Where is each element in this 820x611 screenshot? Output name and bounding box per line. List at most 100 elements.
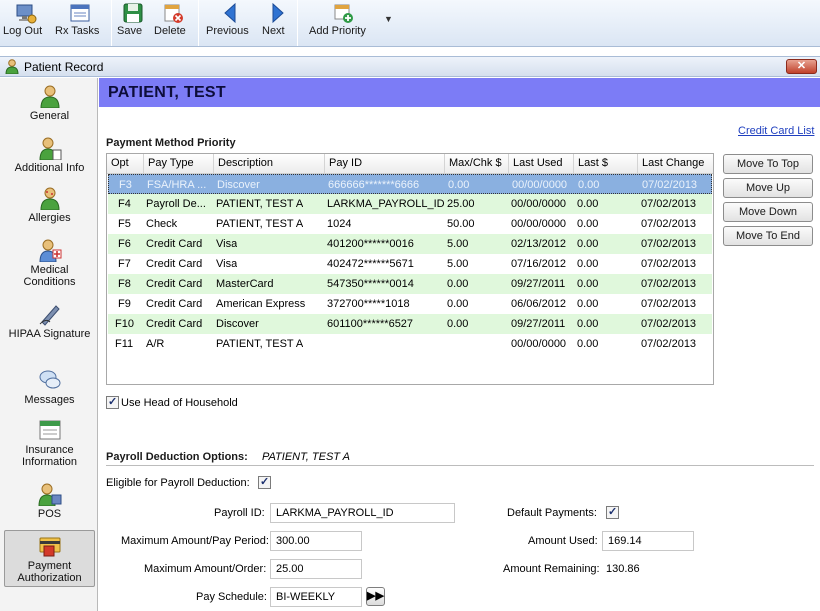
column-header[interactable]: Last Change bbox=[638, 154, 713, 173]
table-cell: 25.00 bbox=[447, 198, 475, 210]
sidebar-item-pos[interactable]: POS bbox=[4, 482, 95, 524]
table-row[interactable]: F3 FSA/HRA ... Discover 666666*******666… bbox=[108, 174, 712, 194]
pos-icon bbox=[37, 483, 61, 506]
table-cell: PATIENT, TEST A bbox=[216, 198, 304, 210]
column-header[interactable]: Pay Type bbox=[144, 154, 214, 173]
delete-button[interactable]: Delete bbox=[154, 0, 192, 46]
add-priority-button[interactable]: Add Priority bbox=[309, 0, 377, 46]
table-row[interactable]: F9 Credit Card American Express 372700**… bbox=[108, 294, 712, 314]
eligible-label: Eligible for Payroll Deduction: bbox=[106, 477, 250, 489]
table-row[interactable]: F7 Credit Card Visa 402472******5671 5.0… bbox=[108, 254, 712, 274]
payroll-id-label: Payroll ID: bbox=[214, 507, 265, 519]
table-cell: 1024 bbox=[327, 218, 352, 230]
save-label: Save bbox=[117, 25, 143, 37]
table-cell: F10 bbox=[115, 318, 134, 330]
save-icon bbox=[123, 3, 143, 23]
grid-header: Opt Pay Type Description Pay ID Max/Chk … bbox=[107, 154, 713, 174]
sidebar-item-label: Medical Conditions bbox=[23, 264, 76, 288]
close-button[interactable]: ✕ bbox=[786, 59, 817, 74]
column-header[interactable]: Last $ bbox=[574, 154, 638, 173]
table-cell: F9 bbox=[118, 298, 131, 310]
allergy-icon bbox=[39, 187, 60, 210]
table-cell: F7 bbox=[118, 258, 131, 270]
table-row[interactable]: F10 Credit Card Discover 601100******652… bbox=[108, 314, 712, 334]
table-row[interactable]: F8 Credit Card MasterCard 547350******00… bbox=[108, 274, 712, 294]
default-payments-checkbox[interactable] bbox=[606, 505, 619, 519]
move-up-button[interactable]: Move Up bbox=[723, 178, 813, 198]
table-cell: 5.00 bbox=[447, 238, 469, 250]
column-header[interactable]: Pay ID bbox=[325, 154, 445, 173]
sidebar-item-label: POS bbox=[37, 508, 62, 520]
column-header[interactable]: Max/Chk $ bbox=[445, 154, 509, 173]
payroll-id-field[interactable]: LARKMA_PAYROLL_ID bbox=[270, 503, 455, 523]
sidebar-item-label: Additional Info bbox=[14, 162, 85, 174]
max-per-period-field[interactable]: 300.00 bbox=[270, 531, 362, 551]
sidebar-item-general[interactable]: General bbox=[4, 84, 95, 126]
signature-icon bbox=[39, 305, 60, 326]
table-cell: F5 bbox=[118, 218, 131, 230]
table-cell: 0.00 bbox=[447, 318, 469, 330]
previous-button[interactable]: Previous bbox=[206, 0, 256, 46]
move-to-top-button[interactable]: Move To Top bbox=[723, 154, 813, 174]
move-to-end-button[interactable]: Move To End bbox=[723, 226, 813, 246]
column-header[interactable]: Last Used bbox=[509, 154, 574, 173]
sidebar-item-payment-authorization[interactable]: Payment Authorization bbox=[4, 530, 95, 587]
delete-icon bbox=[164, 4, 183, 23]
use-head-of-household-checkbox[interactable] bbox=[106, 395, 119, 409]
pay-schedule-field[interactable]: BI-WEEKLY bbox=[270, 587, 362, 607]
sidebar-item-label: Payment Authorization bbox=[17, 560, 82, 584]
table-cell: 07/02/2013 bbox=[641, 318, 697, 330]
table-cell: 0.00 bbox=[448, 179, 470, 191]
move-down-button[interactable]: Move Down bbox=[723, 202, 813, 222]
sidebar-item-allergies[interactable]: Allergies bbox=[4, 186, 95, 228]
chevron-down-icon[interactable]: ▼ bbox=[384, 14, 393, 24]
sidebar-item-label: Insurance Information bbox=[21, 444, 78, 468]
table-cell: Credit Card bbox=[146, 238, 203, 250]
sidebar-item-additional-info[interactable]: Additional Info bbox=[4, 136, 95, 178]
sidebar-item-medical-conditions[interactable]: Medical Conditions bbox=[4, 238, 95, 290]
table-row[interactable]: F11 A/R PATIENT, TEST A 00/00/0000 0.00 … bbox=[108, 334, 712, 354]
sidebar-item-insurance-information[interactable]: Insurance Information bbox=[4, 418, 95, 472]
column-header[interactable]: Opt bbox=[107, 154, 144, 173]
column-header[interactable]: Description bbox=[214, 154, 325, 173]
eligible-checkbox[interactable] bbox=[258, 475, 271, 489]
table-cell: 0.00 bbox=[447, 278, 469, 290]
table-cell: 00/00/0000 bbox=[511, 218, 567, 230]
table-cell: 07/02/2013 bbox=[641, 198, 697, 210]
table-cell: 50.00 bbox=[447, 218, 475, 230]
payroll-patient-name: PATIENT, TEST A bbox=[262, 451, 351, 463]
amount-used-field[interactable]: 169.14 bbox=[602, 531, 694, 551]
table-cell: PATIENT, TEST A bbox=[216, 338, 304, 350]
table-cell: 07/02/2013 bbox=[641, 238, 697, 250]
next-button[interactable]: Next bbox=[262, 0, 292, 46]
table-row[interactable]: F6 Credit Card Visa 401200******0016 5.0… bbox=[108, 234, 712, 254]
table-cell: 0.00 bbox=[577, 238, 599, 250]
table-cell: F8 bbox=[118, 278, 131, 290]
table-cell: 0.00 bbox=[577, 338, 599, 350]
table-cell: 07/02/2013 bbox=[641, 278, 697, 290]
credit-card-list-link[interactable]: Credit Card List bbox=[738, 125, 814, 137]
sidebar-item-messages[interactable]: Messages bbox=[4, 368, 95, 410]
pay-schedule-label: Pay Schedule: bbox=[196, 591, 267, 603]
table-cell: A/R bbox=[146, 338, 165, 350]
max-per-order-field[interactable]: 25.00 bbox=[270, 559, 362, 579]
amount-remaining-label: Amount Remaining: bbox=[503, 563, 600, 575]
sidebar-item-hipaa-signature[interactable]: HIPAA Signature bbox=[4, 302, 95, 354]
table-cell: 401200******0016 bbox=[327, 238, 414, 250]
table-row[interactable]: F5 Check PATIENT, TEST A 1024 50.00 00/0… bbox=[108, 214, 712, 234]
table-cell: FSA/HRA ... bbox=[147, 179, 207, 191]
sidebar-item-label: Messages bbox=[24, 394, 75, 406]
table-row[interactable]: F4 Payroll De... PATIENT, TEST A LARKMA_… bbox=[108, 194, 712, 214]
person-icon bbox=[39, 85, 60, 108]
table-cell: 0.00 bbox=[577, 198, 599, 210]
amount-remaining-value: 130.86 bbox=[606, 563, 640, 575]
rx-tasks-button[interactable]: Rx Tasks bbox=[55, 0, 105, 46]
insurance-icon bbox=[39, 420, 60, 440]
rx-tasks-label: Rx Tasks bbox=[55, 25, 100, 37]
window-titlebar: Patient Record ✕ bbox=[0, 56, 820, 77]
logout-button[interactable]: Log Out bbox=[3, 0, 49, 46]
table-cell: Credit Card bbox=[146, 278, 203, 290]
save-button[interactable]: Save bbox=[117, 0, 149, 46]
table-cell: 09/27/2011 bbox=[511, 278, 566, 290]
fast-forward-button[interactable]: ▶▶ bbox=[366, 587, 385, 606]
